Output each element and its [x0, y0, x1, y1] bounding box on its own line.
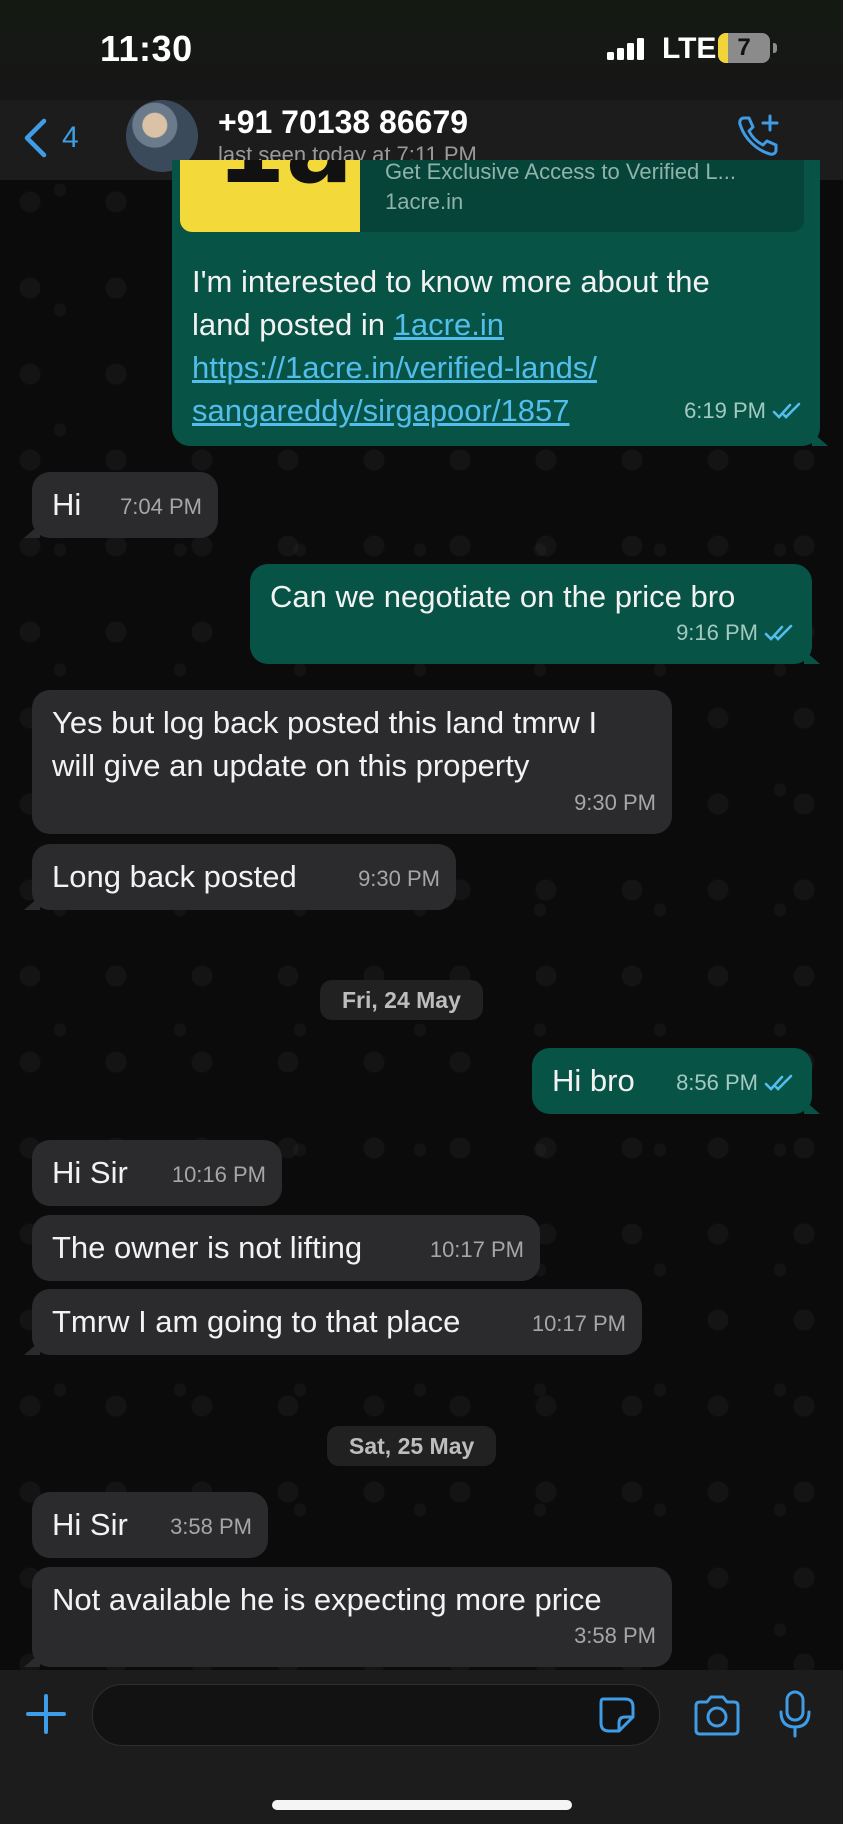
- message-text: Tmrw I am going to that place: [52, 1304, 461, 1339]
- message-bubble-incoming[interactable]: Long back posted 9:30 PM: [24, 844, 456, 910]
- double-check-icon: [764, 1074, 793, 1091]
- message-time: 10:17 PM: [531, 1311, 626, 1336]
- message-text: Hi Sir: [52, 1155, 128, 1190]
- message-bubble-incoming[interactable]: Not available he is expecting more price…: [24, 1567, 672, 1667]
- link-preview[interactable]: 1a Get Exclusive Access to Verified L...…: [180, 160, 804, 232]
- message-text: Hi bro: [552, 1063, 635, 1098]
- back-button[interactable]: 4: [22, 118, 79, 158]
- message-time: 3:58 PM: [574, 1623, 656, 1648]
- message-time: 9:16 PM: [676, 620, 758, 645]
- message-bubble-incoming[interactable]: Tmrw I am going to that place 10:17 PM: [24, 1289, 642, 1355]
- plus-icon[interactable]: [24, 1692, 68, 1736]
- contact-name[interactable]: +91 70138 86679: [218, 104, 468, 141]
- date-divider: Fri, 24 May: [320, 980, 483, 1020]
- message-text: Can we negotiate on the price bro: [270, 579, 736, 614]
- message-bubble-outgoing[interactable]: 1a Get Exclusive Access to Verified L...…: [172, 160, 828, 446]
- message-text: I'm interested to know more about the: [192, 264, 710, 299]
- sticker-icon[interactable]: [597, 1695, 637, 1735]
- camera-icon[interactable]: [692, 1694, 742, 1736]
- message-bubble-incoming[interactable]: Hi Sir 3:58 PM: [32, 1492, 268, 1558]
- message-text: Hi Sir: [52, 1507, 128, 1542]
- home-indicator[interactable]: [272, 1800, 572, 1810]
- message-time: 10:17 PM: [429, 1237, 524, 1262]
- back-chevron-icon: [24, 118, 47, 158]
- date-divider: Sat, 25 May: [327, 1426, 497, 1466]
- message-time: 8:56 PM: [676, 1070, 758, 1095]
- battery-icon: 7: [718, 33, 770, 63]
- message-bubble-outgoing[interactable]: Hi bro 8:56 PM: [532, 1048, 820, 1114]
- message-bubble-outgoing[interactable]: Can we negotiate on the price bro 9:16 P…: [250, 564, 820, 664]
- message-meta: 9:16 PM: [676, 611, 796, 654]
- message-link[interactable]: https://1acre.in/verified-lands/: [192, 346, 710, 389]
- message-bubble-incoming[interactable]: Hi Sir 10:16 PM: [32, 1140, 282, 1206]
- message-bubble-incoming[interactable]: Hi 7:04 PM: [24, 472, 218, 538]
- unread-count: 4: [62, 121, 79, 154]
- message-text: land posted in: [192, 307, 394, 342]
- message-bubble-incoming[interactable]: Yes but log back posted this land tmrw I…: [32, 690, 672, 834]
- battery-level: 7: [737, 34, 751, 61]
- message-time: 6:19 PM: [684, 398, 766, 423]
- message-link[interactable]: sangareddy/sirgapoor/1857: [192, 389, 710, 432]
- status-time: 11:30: [100, 28, 193, 69]
- message-time: 10:16 PM: [171, 1162, 266, 1187]
- message-time: 7:04 PM: [120, 494, 202, 519]
- status-bar: 11:30 LTE 7: [0, 0, 843, 100]
- microphone-icon[interactable]: [778, 1690, 812, 1738]
- message-text: Long back posted: [52, 859, 297, 894]
- add-call-icon[interactable]: [736, 112, 784, 160]
- message-text: Yes but log back posted this land tmrw I: [52, 705, 598, 740]
- message-link[interactable]: 1acre.in: [394, 307, 504, 342]
- message-time: 9:30 PM: [358, 866, 440, 891]
- preview-domain: 1acre.in: [385, 189, 464, 214]
- message-meta: 8:56 PM: [676, 1061, 796, 1104]
- message-time: 3:58 PM: [170, 1514, 252, 1539]
- message-text: Not available he is expecting more price: [52, 1582, 602, 1617]
- message-time: 9:30 PM: [574, 790, 656, 815]
- message-meta: 6:19 PM: [684, 389, 804, 432]
- double-check-icon: [772, 402, 801, 419]
- message-input[interactable]: [92, 1684, 660, 1746]
- signal-icon: [607, 38, 644, 60]
- message-text: The owner is not lifting: [52, 1230, 363, 1265]
- message-bubble-incoming[interactable]: The owner is not lifting 10:17 PM: [32, 1215, 540, 1281]
- site-logo: 1a: [180, 160, 360, 232]
- double-check-icon: [764, 624, 793, 641]
- message-text: will give an update on this property: [52, 748, 530, 783]
- message-text: Hi: [52, 487, 82, 522]
- network-type: LTE: [662, 32, 717, 65]
